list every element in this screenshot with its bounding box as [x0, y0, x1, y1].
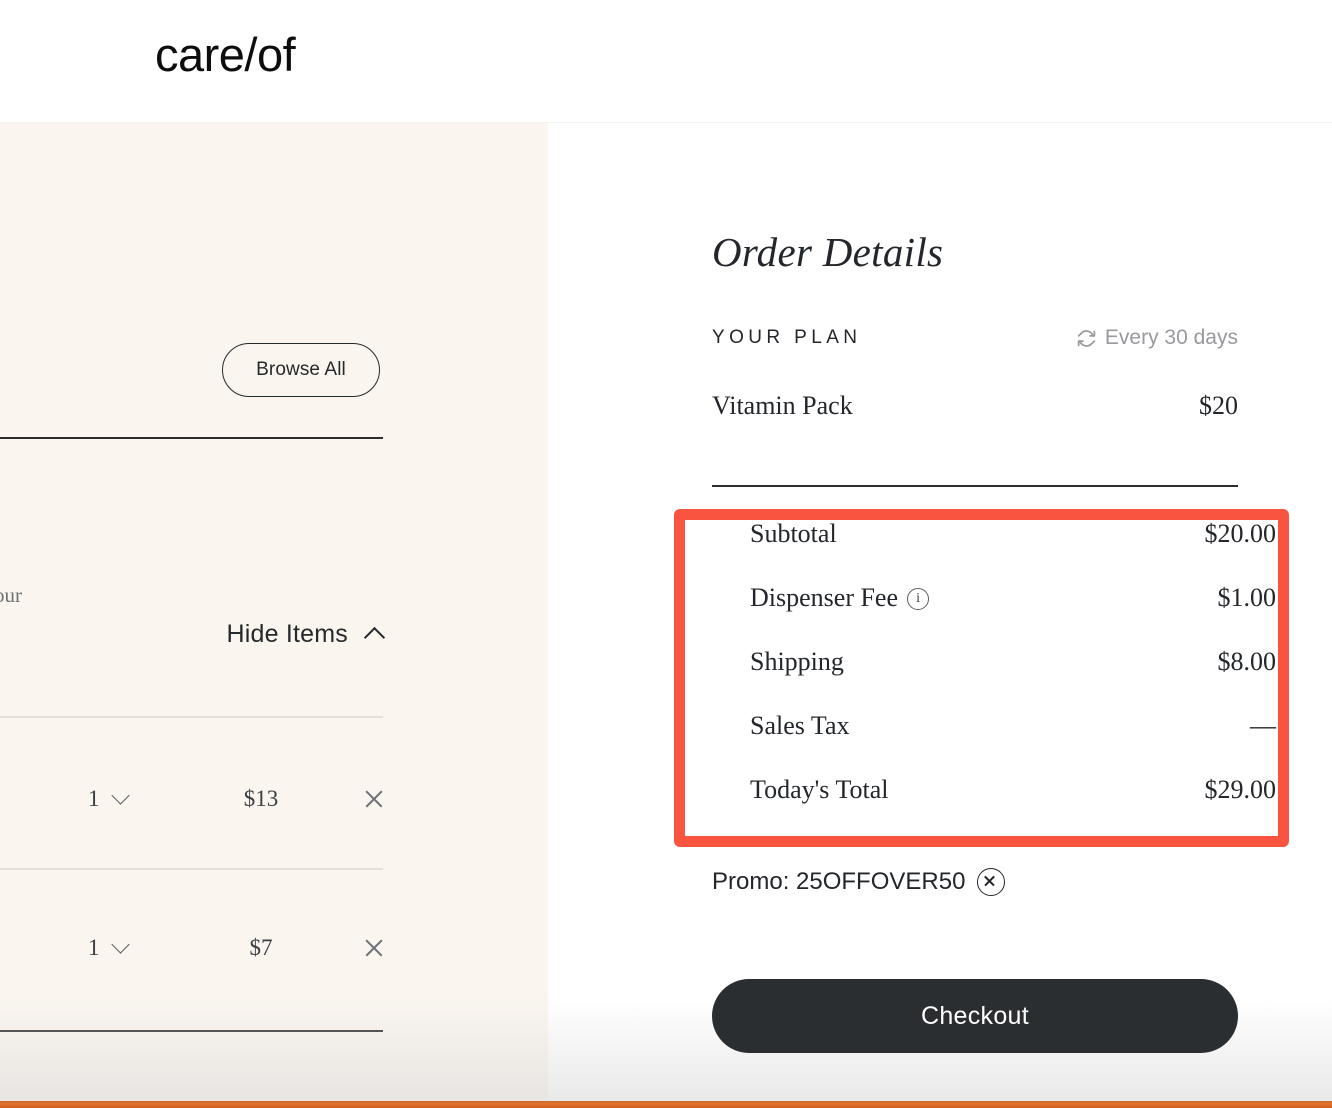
item-price: $13: [243, 786, 279, 811]
summary-value: $1.00: [1217, 583, 1277, 612]
hide-items-toggle[interactable]: Hide Items: [200, 612, 385, 656]
site-header: care/of: [0, 0, 1332, 123]
window-bottom-edge: [0, 1101, 1332, 1108]
chevron-up-icon: [365, 624, 385, 644]
summary-label: Dispenser Fee: [750, 583, 899, 612]
summary-value: $20.00: [1204, 519, 1277, 548]
cart-item-divider-2: [0, 868, 383, 870]
quantity-stepper[interactable]: 1: [88, 935, 132, 961]
your-plan-header: YOUR PLAN Every 30 days: [712, 326, 1238, 350]
refresh-icon: [1076, 328, 1097, 349]
plan-item-row: Vitamin Pack $20: [712, 391, 1238, 421]
cart-divider-top: [0, 437, 383, 439]
browse-all-button[interactable]: Browse All: [222, 343, 380, 397]
summary-label: Today's Total: [750, 775, 889, 804]
panel-bottom-fade: [0, 998, 548, 1108]
summary-row-subtotal: Subtotal $20.00: [750, 519, 1276, 583]
quantity-value: 1: [88, 935, 100, 960]
checkout-button[interactable]: Checkout: [712, 979, 1238, 1053]
cart-item-row: 1 $7: [0, 925, 400, 971]
summary-label: Shipping: [750, 647, 844, 676]
chevron-down-icon: [112, 938, 132, 958]
plan-item-price: $20: [1199, 391, 1238, 420]
summary-label: Sales Tax: [750, 711, 850, 740]
cart-divider-bottom: [0, 1030, 383, 1032]
summary-row-sales-tax: Sales Tax —: [750, 711, 1276, 775]
promo-row: Promo: 25OFFOVER50: [712, 868, 1006, 896]
cart-panel: Browse All our Hide Items 1 $13 1 $7: [0, 123, 548, 1108]
clipped-label: our: [0, 583, 22, 607]
your-plan-label: YOUR PLAN: [712, 327, 862, 348]
page-title: Order Details: [712, 229, 944, 275]
summary-value: $8.00: [1217, 647, 1277, 676]
summary-value: —: [1250, 711, 1276, 740]
summary-row-todays-total: Today's Total $29.00: [750, 775, 1276, 839]
promo-label: Promo: 25OFFOVER50: [712, 868, 966, 895]
plan-item-name: Vitamin Pack: [712, 391, 853, 420]
chevron-down-icon: [112, 789, 132, 809]
order-divider: [712, 485, 1238, 487]
quantity-stepper[interactable]: 1: [88, 786, 132, 812]
plan-cadence-label: Every 30 days: [1104, 326, 1238, 349]
item-price: $7: [249, 935, 273, 960]
cart-item-divider-1: [0, 716, 383, 718]
summary-row-dispenser-fee: Dispenser Fee i $1.00: [750, 583, 1276, 647]
page-root: care/of Browse All our Hide Items 1 $13 …: [0, 0, 1332, 1108]
hide-items-label: Hide Items: [226, 619, 348, 648]
careof-logo[interactable]: care/of: [155, 31, 296, 78]
plan-cadence[interactable]: Every 30 days: [1076, 326, 1238, 350]
remove-promo-button[interactable]: [977, 868, 1006, 896]
info-icon[interactable]: i: [907, 588, 930, 610]
quantity-value: 1: [88, 786, 100, 811]
cart-item-row: 1 $13: [0, 776, 400, 822]
summary-label: Subtotal: [750, 519, 837, 548]
summary-value: $29.00: [1204, 775, 1277, 804]
order-summary-list: Subtotal $20.00 Dispenser Fee i $1.00 Sh…: [750, 519, 1276, 839]
summary-row-shipping: Shipping $8.00: [750, 647, 1276, 711]
remove-item-button[interactable]: [360, 934, 388, 962]
remove-item-button[interactable]: [360, 785, 388, 813]
